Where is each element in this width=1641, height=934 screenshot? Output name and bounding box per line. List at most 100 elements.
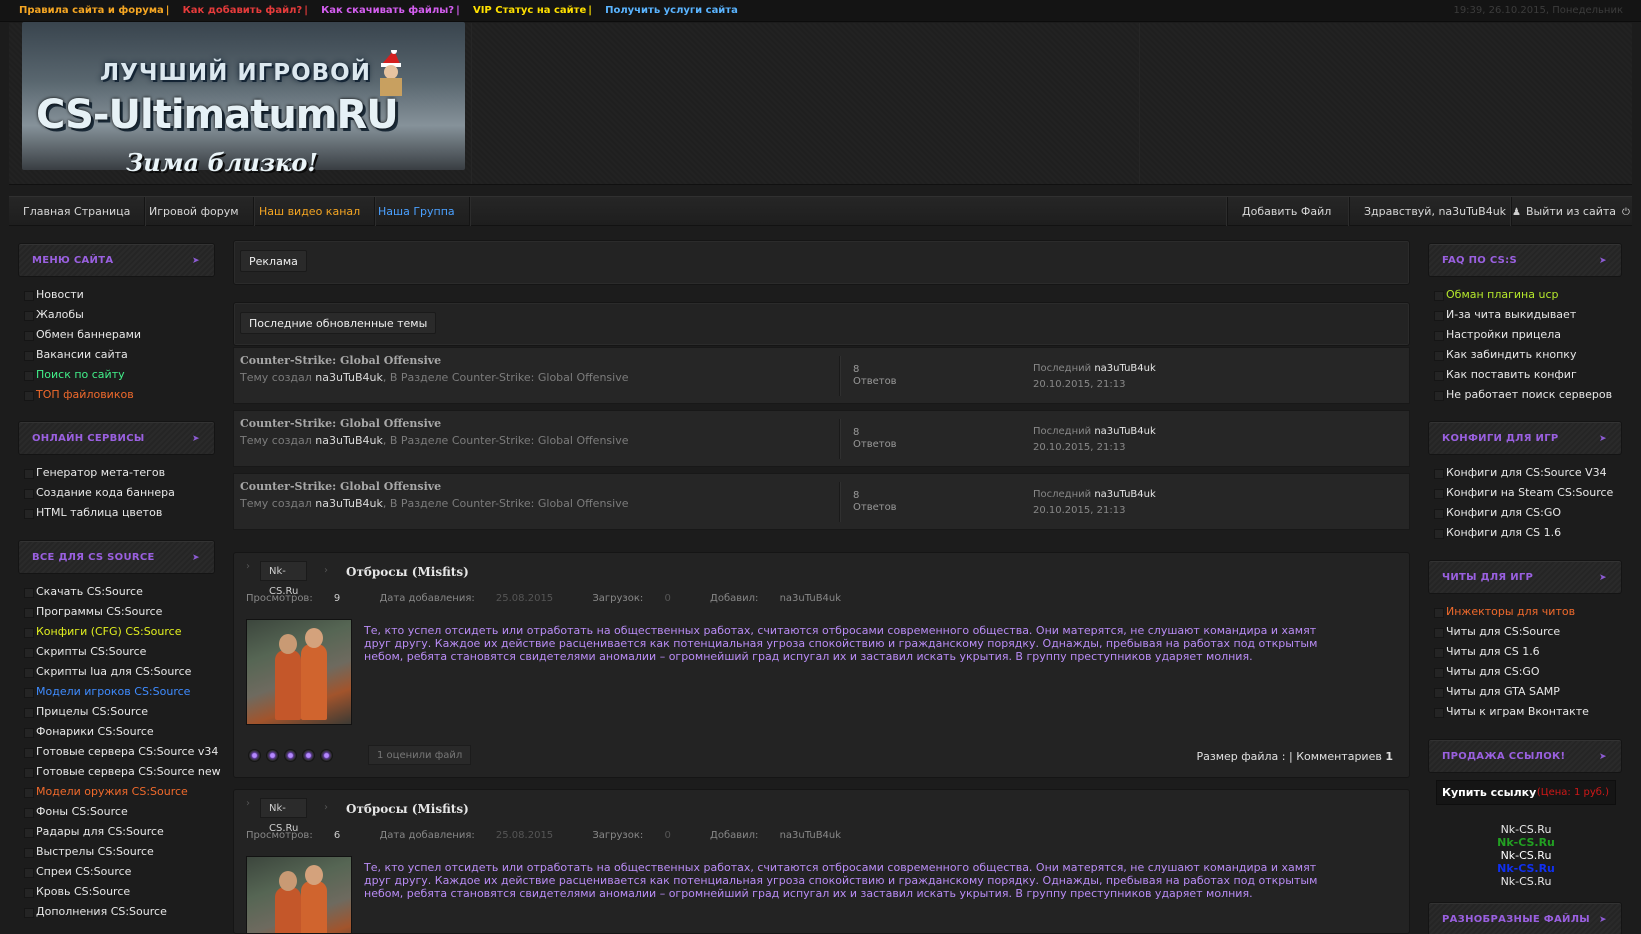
topic-title[interactable]: Counter-Strike: Global Offensive bbox=[240, 354, 629, 367]
comments-count[interactable]: 1 bbox=[1385, 750, 1393, 763]
news-title[interactable]: Отбросы (Misfits) bbox=[346, 565, 469, 579]
menu-item-shots[interactable]: Выстрелы CS:Source bbox=[18, 842, 215, 862]
cheat-item-cs16[interactable]: Читы для CS 1.6 bbox=[1428, 642, 1622, 662]
top-link-vip[interactable]: VIP Статус на сайте bbox=[473, 5, 586, 16]
faq-item-config[interactable]: Как поставить конфиг bbox=[1428, 365, 1622, 385]
news-source[interactable]: Nk-CS.Ru bbox=[260, 561, 308, 597]
date-label: Дата добавления: bbox=[379, 830, 475, 841]
topic-author[interactable]: na3uTuB4uk bbox=[315, 434, 383, 447]
menu-item-servers-v34[interactable]: Готовые сервера CS:Source v34 bbox=[18, 742, 218, 762]
menu-item-backgrounds[interactable]: Фоны CS:Source bbox=[18, 802, 215, 822]
menu-item-meta-generator[interactable]: Генератор мета-тегов bbox=[18, 463, 215, 483]
faq-item-bind[interactable]: Как забиндить кнопку bbox=[1428, 345, 1622, 365]
cheat-item-vk[interactable]: Читы к играм Вконтакте bbox=[1428, 702, 1622, 722]
column-divider bbox=[839, 419, 840, 459]
topic-row[interactable]: Counter-Strike: Global Offensive Тему со… bbox=[233, 347, 1410, 404]
faq-item-server-search[interactable]: Не работает поиск серверов bbox=[1428, 385, 1622, 405]
last-post-user[interactable]: na3uTuB4uk bbox=[1094, 363, 1155, 374]
last-post-user[interactable]: na3uTuB4uk bbox=[1094, 489, 1155, 500]
menu-item-servers-new[interactable]: Готовые сервера CS:Source new bbox=[18, 762, 221, 782]
topic-row[interactable]: Counter-Strike: Global Offensive Тему со… bbox=[233, 473, 1410, 530]
menu-item-player-models[interactable]: Модели игроков CS:Source bbox=[18, 682, 215, 702]
config-item-steam-css[interactable]: Конфиги на Steam CS:Source bbox=[1428, 483, 1622, 503]
cheat-item-samp[interactable]: Читы для GTA SAMP bbox=[1428, 682, 1622, 702]
cheat-item-csgo[interactable]: Читы для CS:GO bbox=[1428, 662, 1622, 682]
config-item-cs16[interactable]: Конфиги для CS 1.6 bbox=[1428, 523, 1622, 543]
site-menu-header[interactable]: МЕНЮ САЙТА ➤ bbox=[18, 243, 215, 277]
menu-item-weapon-models[interactable]: Модели оружия CS:Source bbox=[18, 782, 215, 802]
news-thumbnail[interactable] bbox=[246, 856, 352, 933]
last-post-user[interactable]: na3uTuB4uk bbox=[1094, 426, 1155, 437]
misc-files-header[interactable]: РАЗНОБРАЗНЫЕ ФАЙЛЫ ➤ bbox=[1428, 902, 1622, 934]
nav-home[interactable]: Главная Страница bbox=[9, 197, 146, 226]
configs-header[interactable]: КОНФИГИ ДЛЯ ИГР ➤ bbox=[1428, 421, 1622, 455]
top-link-services[interactable]: Получить услуги сайта bbox=[605, 5, 738, 16]
rating-star-icon[interactable] bbox=[248, 749, 261, 762]
top-link-how-to-download[interactable]: Как скачивать файлы? bbox=[321, 5, 454, 16]
sold-link[interactable]: Nk-CS.Ru bbox=[1436, 849, 1616, 862]
news-source[interactable]: Nk-CS.Ru bbox=[260, 798, 308, 834]
nav-logout[interactable]: Выйти из сайта ⏻ bbox=[1511, 197, 1632, 226]
rating-star-icon[interactable] bbox=[284, 749, 297, 762]
rating-star-icon[interactable] bbox=[320, 749, 333, 762]
link-sale-header[interactable]: ПРОДАЖА ССЫЛОК! ➤ bbox=[1428, 739, 1622, 773]
menu-item-html-colors[interactable]: HTML таблица цветов bbox=[18, 503, 215, 523]
nav-forum[interactable]: Игровой форум bbox=[135, 197, 254, 226]
topic-title[interactable]: Counter-Strike: Global Offensive bbox=[240, 480, 629, 493]
config-item-csgo[interactable]: Конфиги для CS:GO bbox=[1428, 503, 1622, 523]
menu-item-download-css[interactable]: Скачать CS:Source bbox=[18, 582, 215, 602]
top-link-how-to-add[interactable]: Как добавить файл? bbox=[183, 5, 303, 16]
menu-item-addons[interactable]: Дополнения CS:Source bbox=[18, 902, 215, 922]
menu-item-flashlights[interactable]: Фонарики CS:Source bbox=[18, 722, 215, 742]
topic-author[interactable]: na3uTuB4uk bbox=[315, 371, 383, 384]
topic-row[interactable]: Counter-Strike: Global Offensive Тему со… bbox=[233, 410, 1410, 467]
configs-list: Конфиги для CS:Source V34 Конфиги на Ste… bbox=[1428, 455, 1622, 547]
top-link-rules[interactable]: Правила сайта и форума bbox=[19, 5, 164, 16]
added-by[interactable]: na3uTuB4uk bbox=[780, 593, 841, 604]
menu-item-news[interactable]: Новости bbox=[18, 285, 215, 305]
menu-item-sprays[interactable]: Спреи CS:Source bbox=[18, 862, 215, 882]
menu-item-banner-exchange[interactable]: Обмен баннерами bbox=[18, 325, 215, 345]
added-by[interactable]: na3uTuB4uk bbox=[780, 830, 841, 841]
downloads-label: Загрузок: bbox=[592, 593, 644, 604]
menu-item-blood[interactable]: Кровь CS:Source bbox=[18, 882, 215, 902]
menu-item-radars[interactable]: Радары для CS:Source bbox=[18, 822, 215, 842]
sold-link[interactable]: Nk-CS.Ru bbox=[1436, 862, 1616, 875]
buy-link-button[interactable]: Купить ссылку (Цена: 1 руб.) bbox=[1436, 780, 1616, 805]
cs-source-header[interactable]: ВСЕ ДЛЯ CS SOURCE ➤ bbox=[18, 540, 215, 574]
faq-item-ucp[interactable]: Обман плагина ucp bbox=[1428, 285, 1622, 305]
faq-header[interactable]: FAQ ПО CS:S ➤ bbox=[1428, 243, 1622, 277]
nav-video-channel[interactable]: Наш видео канал bbox=[245, 197, 376, 226]
sold-link[interactable]: Nk-CS.Ru bbox=[1436, 836, 1616, 849]
faq-item-kick[interactable]: И-за чита выкидывает bbox=[1428, 305, 1622, 325]
rating-star-icon[interactable] bbox=[302, 749, 315, 762]
menu-item-programs[interactable]: Программы CS:Source bbox=[18, 602, 215, 622]
nav-add-file[interactable]: Добавить Файл bbox=[1227, 197, 1345, 226]
cheat-item-injectors[interactable]: Инжекторы для читов bbox=[1428, 602, 1622, 622]
menu-item-crosshairs[interactable]: Прицелы CS:Source bbox=[18, 702, 215, 722]
menu-item-complaints[interactable]: Жалобы bbox=[18, 305, 215, 325]
faq-item-crosshair[interactable]: Настройки прицела bbox=[1428, 325, 1622, 345]
menu-item-lua-scripts[interactable]: Скрипты lua для CS:Source bbox=[18, 662, 215, 682]
sold-link[interactable]: Nk-CS.Ru bbox=[1436, 875, 1616, 888]
config-item-css-v34[interactable]: Конфиги для CS:Source V34 bbox=[1428, 463, 1622, 483]
menu-item-top-uploaders[interactable]: ТОП файловиков bbox=[18, 385, 215, 405]
menu-item-search[interactable]: Поиск по сайту bbox=[18, 365, 215, 385]
sold-link[interactable]: Nk-CS.Ru bbox=[1436, 823, 1616, 836]
news-thumbnail[interactable] bbox=[246, 619, 352, 725]
online-services-header[interactable]: ОНЛАЙН СЕРВИСЫ ➤ bbox=[18, 421, 215, 455]
topic-title[interactable]: Counter-Strike: Global Offensive bbox=[240, 417, 629, 430]
menu-item-scripts[interactable]: Скрипты CS:Source bbox=[18, 642, 215, 662]
rating-star-icon[interactable] bbox=[266, 749, 279, 762]
menu-item-vacancies[interactable]: Вакансии сайта bbox=[18, 345, 215, 365]
topic-info: Counter-Strike: Global Offensive Тему со… bbox=[240, 480, 629, 510]
news-title[interactable]: Отбросы (Misfits) bbox=[346, 802, 469, 816]
site-logo[interactable]: ЛУЧШИЙ ИГРОВОЙ CS-UltimatumRU Зима близк… bbox=[22, 22, 465, 177]
menu-item-banner-code[interactable]: Создание кода баннера bbox=[18, 483, 215, 503]
menu-item-configs[interactable]: Конфиги (CFG) CS:Source bbox=[18, 622, 215, 642]
cheats-header[interactable]: ЧИТЫ ДЛЯ ИГР ➤ bbox=[1428, 560, 1622, 594]
nav-group[interactable]: Наша Группа bbox=[364, 197, 470, 226]
topic-author[interactable]: na3uTuB4uk bbox=[315, 497, 383, 510]
nav-profile[interactable]: Здравствуй, na3uTuB4uk ♟ bbox=[1349, 197, 1535, 226]
cheat-item-css[interactable]: Читы для CS:Source bbox=[1428, 622, 1622, 642]
